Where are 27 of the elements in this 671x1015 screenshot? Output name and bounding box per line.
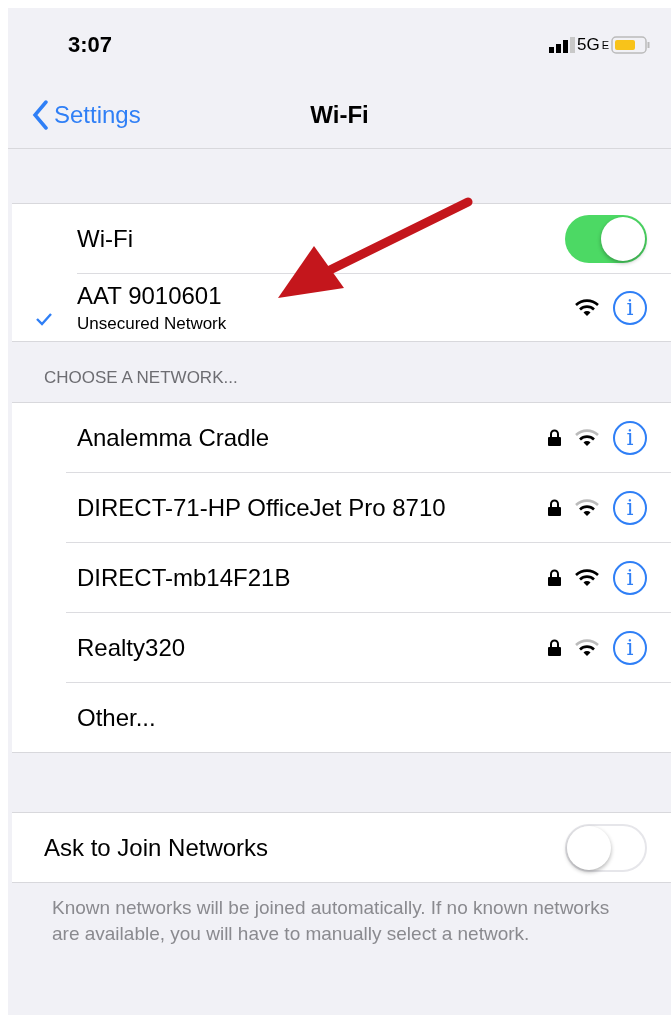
- info-button[interactable]: i: [613, 420, 647, 455]
- setting-label: Ask to Join Networks: [44, 833, 270, 862]
- wifi-toggle[interactable]: [565, 214, 647, 263]
- info-button[interactable]: i: [613, 490, 647, 525]
- battery-icon: [611, 36, 651, 54]
- info-button[interactable]: i: [613, 290, 647, 325]
- ask-to-join-toggle[interactable]: [565, 823, 647, 872]
- section-header: CHOOSE A NETWORK...: [43, 367, 239, 389]
- network-type-suffix: E: [601, 39, 609, 51]
- cellular-signal-icon: [548, 37, 575, 53]
- info-button[interactable]: i: [613, 560, 647, 595]
- back-chevron-icon: [32, 100, 48, 130]
- setting-label: Wi-Fi: [77, 224, 134, 253]
- screen-title: Wi-Fi: [310, 101, 369, 129]
- network-name: Realty320: [77, 633, 187, 662]
- network-type: 5G: [576, 35, 600, 55]
- network-security: Unsecured Network: [77, 313, 228, 334]
- other-network-item[interactable]: Other...: [77, 703, 647, 732]
- footer-note: Known networks will be joined automatically. If no known networks are available, you will have to manually select a network.: [51, 896, 611, 946]
- network-name: DIRECT-71-HP OfficeJet Pro 8710: [77, 493, 447, 522]
- network-name: DIRECT-mb14F21B: [77, 563, 292, 592]
- network-name: AAT 9010601: [77, 281, 223, 310]
- network-name: Analemma Cradle: [77, 423, 271, 452]
- back-button[interactable]: Settings: [8, 100, 141, 130]
- info-button[interactable]: i: [613, 630, 647, 665]
- checkmark-icon: [35, 311, 53, 326]
- status-time: 3:07: [68, 32, 113, 58]
